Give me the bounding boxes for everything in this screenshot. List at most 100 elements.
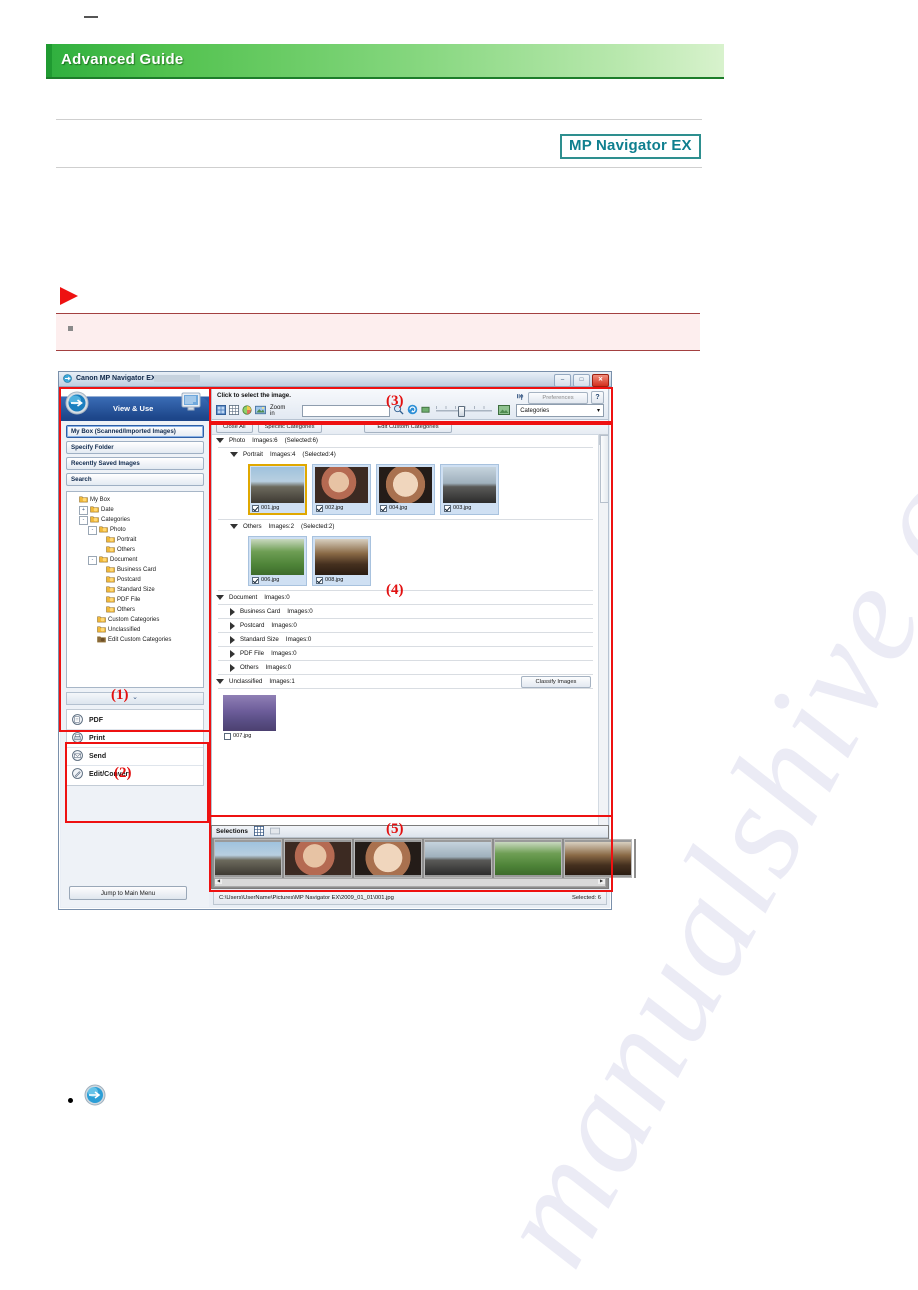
window-titlebar[interactable]: Canon MP Navigator EX – □ ✕ bbox=[59, 372, 611, 387]
category-dropdown[interactable]: Categories ▾ bbox=[516, 404, 604, 417]
triangle-down-icon[interactable] bbox=[230, 452, 238, 457]
slider-knob[interactable] bbox=[457, 406, 465, 417]
triangle-down-icon[interactable] bbox=[216, 595, 224, 600]
action-edit-convert[interactable]: Edit/Convert bbox=[67, 766, 203, 783]
classify-images-button[interactable]: Classify Images bbox=[521, 676, 591, 688]
triangle-right-icon[interactable] bbox=[230, 635, 235, 644]
action-print[interactable]: Print bbox=[67, 730, 203, 748]
thumbnail-item[interactable]: 007.jpg bbox=[220, 692, 279, 742]
tree-node-unclassified[interactable]: Unclassified bbox=[70, 625, 203, 635]
group-header[interactable]: Document Images:0 bbox=[216, 591, 595, 604]
thumbnail-image[interactable] bbox=[443, 467, 496, 503]
action-pdf[interactable]: PDF bbox=[67, 712, 203, 730]
thumbnail-view-icon[interactable] bbox=[216, 404, 226, 417]
selection-thumbnail[interactable] bbox=[214, 839, 282, 878]
collapse-expander-icon[interactable]: - bbox=[88, 525, 97, 535]
selections-scroll-right-icon[interactable]: ▶ bbox=[598, 879, 605, 884]
tree-node-pdf-file[interactable]: PDF File bbox=[70, 595, 203, 605]
selection-thumbnail[interactable] bbox=[284, 839, 352, 878]
preferences-gear-icon[interactable] bbox=[515, 392, 525, 404]
edit-custom-categories-button[interactable]: Edit Custom Categories bbox=[364, 421, 452, 433]
minimize-button[interactable]: – bbox=[554, 373, 571, 387]
classify-color-icon[interactable] bbox=[242, 404, 252, 417]
collapse-expander-icon[interactable]: - bbox=[88, 555, 97, 565]
search-input[interactable] bbox=[302, 404, 390, 417]
thumbnail-image[interactable] bbox=[251, 467, 304, 503]
thumbnail-item[interactable]: 002.jpg bbox=[312, 464, 371, 515]
scrollbar-thumb[interactable] bbox=[600, 435, 608, 503]
tree-node-custom-categories[interactable]: Custom Categories bbox=[70, 615, 203, 625]
subgroup-header[interactable]: Standard Size Images:0 bbox=[230, 633, 595, 646]
close-all-button[interactable]: Close All bbox=[216, 421, 253, 433]
maximize-button[interactable]: □ bbox=[573, 373, 590, 387]
thumbnail-checkbox[interactable] bbox=[316, 504, 323, 512]
thumbnail-image[interactable] bbox=[251, 539, 304, 575]
thumbnail-item[interactable]: 001.jpg bbox=[248, 464, 307, 515]
refresh-icon[interactable] bbox=[407, 404, 418, 417]
triangle-down-icon[interactable] bbox=[216, 679, 224, 684]
thumbnail-item[interactable]: 004.jpg bbox=[376, 464, 435, 515]
thumbnail-image[interactable] bbox=[379, 467, 432, 503]
thumbnail-checkbox[interactable] bbox=[252, 504, 259, 512]
tree-node-photo[interactable]: - Photo bbox=[70, 525, 203, 535]
tree-node-portrait[interactable]: Portrait bbox=[70, 535, 203, 545]
subgroup-header[interactable]: Portrait Images:4 (Selected:4) bbox=[230, 448, 595, 461]
tree-node-postcard[interactable]: Postcard bbox=[70, 575, 203, 585]
subgroup-header[interactable]: Postcard Images:0 bbox=[230, 619, 595, 632]
tree-node-my-box[interactable]: My Box bbox=[70, 495, 203, 505]
thumbnail-checkbox[interactable] bbox=[252, 576, 259, 584]
thumbnail-item[interactable]: 006.jpg bbox=[248, 536, 307, 586]
help-button[interactable]: ? bbox=[591, 391, 604, 404]
tree-node-others[interactable]: Others bbox=[70, 605, 203, 615]
group-header[interactable]: Unclassified Images:1 Classify Images bbox=[216, 675, 595, 688]
triangle-down-icon[interactable] bbox=[216, 438, 224, 443]
subgroup-header[interactable]: PDF File Images:0 bbox=[230, 647, 595, 660]
collapse-expander-icon[interactable]: - bbox=[79, 515, 88, 525]
jump-to-main-menu-button[interactable]: Jump to Main Menu bbox=[69, 886, 187, 900]
nav-button-search[interactable]: Search bbox=[66, 473, 204, 486]
list-vertical-scrollbar[interactable]: ▲ ▼ bbox=[598, 434, 608, 843]
thumbnail-image[interactable] bbox=[223, 695, 276, 731]
subgroup-header[interactable]: Others Images:2 (Selected:2) bbox=[230, 520, 595, 533]
thumbnail-item[interactable]: 008.jpg bbox=[312, 536, 371, 586]
close-button[interactable]: ✕ bbox=[592, 373, 609, 387]
tree-node-categories[interactable]: - Categories bbox=[70, 515, 203, 525]
nav-button-specify-folder[interactable]: Specify Folder bbox=[66, 441, 204, 454]
tree-node-business-card[interactable]: Business Card bbox=[70, 565, 203, 575]
tree-node-edit-custom-categories[interactable]: Edit Custom Categories bbox=[70, 635, 203, 645]
thumbnail-image[interactable] bbox=[315, 539, 368, 575]
group-header[interactable]: Photo Images:6 (Selected:6) bbox=[216, 434, 595, 447]
triangle-right-icon[interactable] bbox=[230, 649, 235, 658]
selections-grid-view-icon[interactable] bbox=[253, 825, 264, 838]
tree-node-date[interactable]: + Date bbox=[70, 505, 203, 515]
selections-clear-icon[interactable] bbox=[269, 826, 280, 838]
panel-collapse-toggle[interactable]: ⌄ bbox=[66, 692, 204, 705]
triangle-down-icon[interactable] bbox=[230, 524, 238, 529]
thumbnail-checkbox[interactable] bbox=[380, 504, 387, 512]
selections-horizontal-scrollbar[interactable]: ◀ ▶ bbox=[214, 878, 606, 887]
zoom-in-icon[interactable] bbox=[255, 405, 266, 417]
tree-node-document[interactable]: - Document bbox=[70, 555, 203, 565]
subgroup-header[interactable]: Others Images:0 bbox=[230, 661, 595, 674]
selections-scroll-left-icon[interactable]: ◀ bbox=[215, 879, 222, 884]
nav-button-recently-saved-images[interactable]: Recently Saved Images bbox=[66, 457, 204, 470]
triangle-right-icon[interactable] bbox=[230, 621, 235, 630]
specific-categories-button[interactable]: Specific Categories bbox=[257, 421, 322, 433]
triangle-right-icon[interactable] bbox=[230, 607, 235, 616]
action-send[interactable]: Send bbox=[67, 748, 203, 766]
selection-thumbnail[interactable] bbox=[424, 839, 492, 878]
thumbnail-image[interactable] bbox=[315, 467, 368, 503]
selection-thumbnail[interactable] bbox=[494, 839, 562, 878]
grid-view-icon[interactable] bbox=[229, 404, 239, 417]
selection-thumbnail[interactable] bbox=[354, 839, 422, 878]
nav-button-my-box[interactable]: My Box (Scanned/Imported Images) bbox=[66, 425, 204, 438]
triangle-right-icon[interactable] bbox=[230, 663, 235, 672]
thumbnail-checkbox[interactable] bbox=[224, 732, 231, 740]
selection-thumbnail[interactable] bbox=[564, 839, 632, 878]
thumbnail-checkbox[interactable] bbox=[444, 504, 451, 512]
expand-expander-icon[interactable]: + bbox=[79, 505, 88, 515]
thumbnail-size-slider[interactable] bbox=[435, 406, 493, 417]
category-tree[interactable]: My Box + Date - Categories - Photo Portrait Othe… bbox=[66, 491, 204, 688]
preferences-button[interactable]: Preferences bbox=[528, 391, 588, 404]
tree-node-standard-size[interactable]: Standard Size bbox=[70, 585, 203, 595]
